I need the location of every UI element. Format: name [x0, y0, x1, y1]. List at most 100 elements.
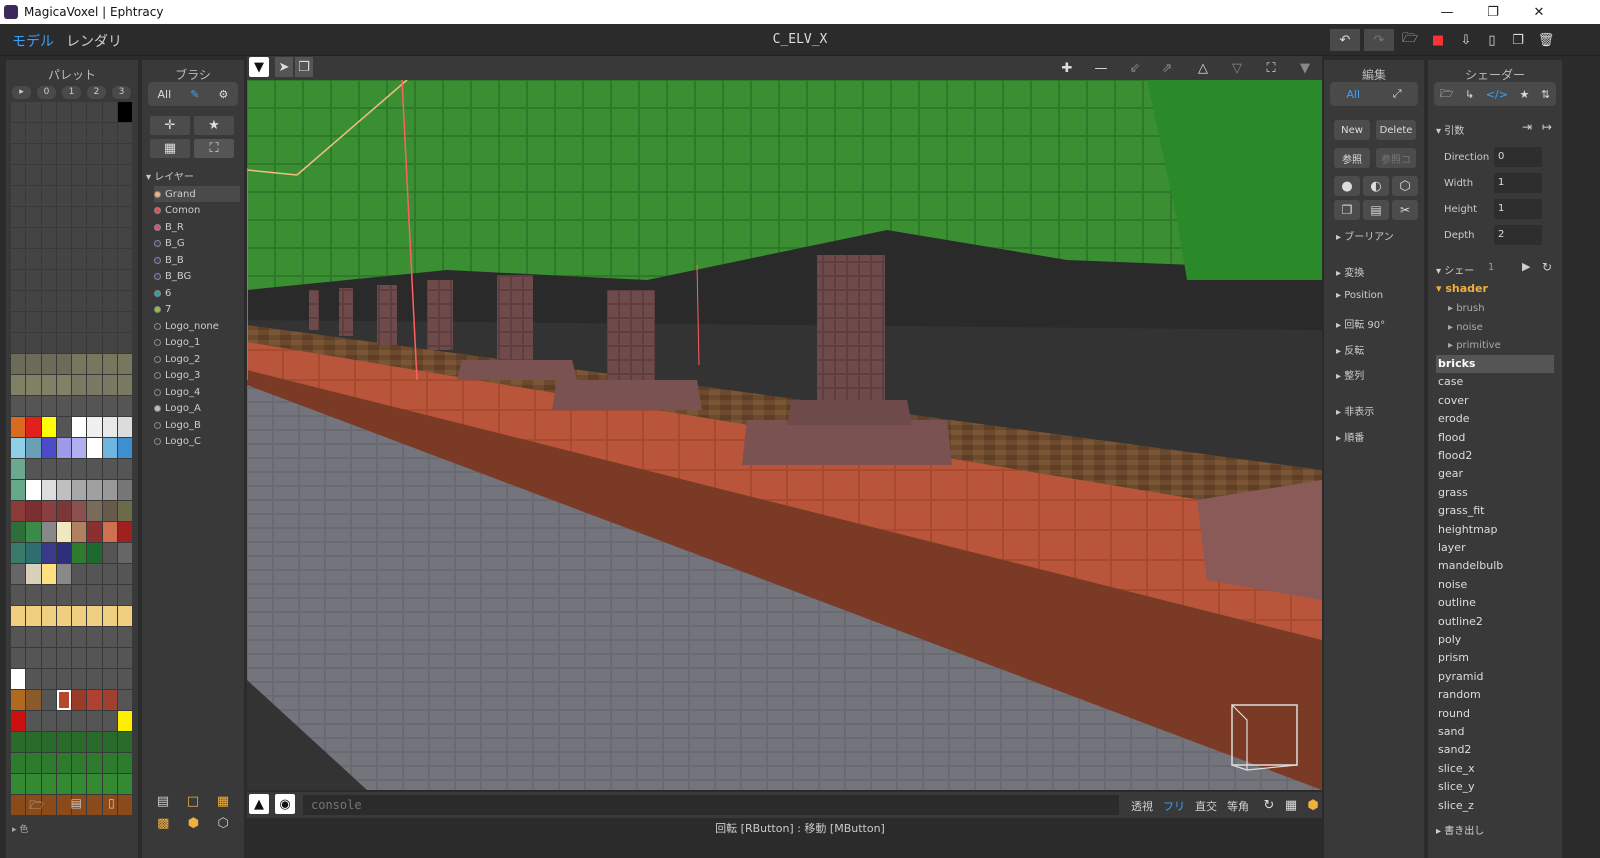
palette-swatch[interactable] [11, 249, 26, 269]
palette-swatch[interactable] [72, 312, 87, 332]
palette-swatch[interactable] [56, 417, 71, 437]
palette-swatch[interactable] [11, 207, 26, 227]
palette-swatch[interactable] [11, 165, 26, 185]
palette-swatch[interactable] [87, 627, 102, 647]
palette-swatch[interactable] [72, 585, 87, 605]
palette-swatch[interactable] [41, 333, 56, 353]
palette-swatch[interactable] [56, 123, 71, 143]
palette-swatch[interactable] [56, 564, 71, 584]
palette-swatch[interactable] [117, 417, 132, 437]
shader-item[interactable]: cover [1436, 392, 1554, 410]
palette-swatch[interactable] [72, 417, 87, 437]
frame-icon[interactable]: ▦ [1279, 794, 1303, 816]
palette-swatch[interactable] [41, 186, 56, 206]
palette-swatch[interactable] [26, 585, 41, 605]
palette-swatch[interactable] [117, 606, 132, 626]
layer-item[interactable]: Logo_B [154, 417, 240, 433]
palette-swatch[interactable] [41, 459, 56, 479]
code-icon[interactable]: </> [1486, 88, 1508, 101]
palette-swatch[interactable] [117, 291, 132, 311]
shader-item[interactable]: slice_y [1436, 778, 1554, 796]
palette-swatch[interactable] [26, 396, 41, 416]
palette-swatch[interactable] [56, 690, 71, 710]
palette-swatch[interactable] [41, 711, 56, 731]
refresh-icon[interactable]: ↻ [1542, 260, 1552, 274]
palette-swatch[interactable] [72, 249, 87, 269]
palette-swatch[interactable] [87, 102, 102, 122]
palette-swatch[interactable] [11, 690, 26, 710]
palette-swatch[interactable] [26, 732, 41, 752]
palette-swatch[interactable] [26, 711, 41, 731]
delete-file-icon[interactable]: 🗑 [1534, 29, 1558, 51]
folder-icon[interactable]: 🗁 [1440, 85, 1454, 104]
new-palette-icon[interactable]: ▯ [108, 796, 115, 814]
palette-swatch[interactable] [56, 480, 71, 500]
shader-item[interactable]: outline2 [1436, 613, 1554, 631]
shader-tree-root[interactable]: ▾ shader [1436, 282, 1488, 295]
palette-swatch[interactable] [41, 144, 56, 164]
palette-swatch[interactable] [41, 669, 56, 689]
palette-swatch[interactable] [26, 123, 41, 143]
palette-swatch[interactable] [26, 186, 41, 206]
palette-swatch[interactable] [87, 501, 102, 521]
palette-swatch[interactable] [117, 774, 132, 794]
palette-swatch[interactable] [87, 774, 102, 794]
palette-swatch[interactable] [72, 459, 87, 479]
palette-swatch[interactable] [41, 438, 56, 458]
shader-item[interactable]: slice_z [1436, 797, 1554, 815]
palette-swatch[interactable] [87, 333, 102, 353]
new-file-icon[interactable]: ▯ [1480, 29, 1504, 51]
palette-swatch[interactable] [102, 480, 117, 500]
palette-swatch[interactable] [102, 102, 117, 122]
palette-swatch[interactable] [72, 564, 87, 584]
palette-swatch[interactable] [41, 249, 56, 269]
palette-swatch[interactable] [26, 690, 41, 710]
palette-tab[interactable]: 1 [62, 86, 81, 99]
open-folder-icon[interactable]: 🗁 [1398, 29, 1422, 51]
square-icon[interactable]: □ [187, 794, 199, 809]
palette-swatch[interactable] [102, 375, 117, 395]
palette-swatch[interactable] [26, 522, 41, 542]
palette-swatch[interactable] [72, 375, 87, 395]
palette-swatch[interactable] [87, 312, 102, 332]
palette-tab[interactable]: ▸ [12, 86, 31, 99]
palette-swatch[interactable] [26, 501, 41, 521]
palette-swatch[interactable] [11, 585, 26, 605]
palette-swatch[interactable] [11, 333, 26, 353]
palette-swatch[interactable] [117, 249, 132, 269]
move-icon[interactable]: ✛ [150, 116, 190, 135]
palette-swatch[interactable] [56, 753, 71, 773]
palette-swatch[interactable] [26, 249, 41, 269]
palette-swatch[interactable] [102, 144, 117, 164]
palette-swatch[interactable] [11, 753, 26, 773]
shader-item[interactable]: grass_fit [1436, 502, 1554, 520]
export-icon[interactable]: ⇩ [1454, 29, 1478, 51]
palette-swatch[interactable] [102, 291, 117, 311]
palette-swatch[interactable] [87, 123, 102, 143]
palette-swatch[interactable] [102, 564, 117, 584]
palette-swatch[interactable] [11, 564, 26, 584]
palette-swatch[interactable] [56, 375, 71, 395]
shader-item[interactable]: sand [1436, 723, 1554, 741]
palette-swatch[interactable] [26, 438, 41, 458]
cursor-icon[interactable]: ➤ [275, 57, 293, 77]
palette-swatch[interactable] [26, 753, 41, 773]
palette-swatch[interactable] [56, 102, 71, 122]
palette-swatch[interactable] [56, 543, 71, 563]
palette-swatch[interactable] [11, 102, 26, 122]
palette-swatch[interactable] [72, 669, 87, 689]
section-transform[interactable]: ▸ 変換 [1336, 264, 1364, 279]
shader-item[interactable]: flood2 [1436, 447, 1554, 465]
palette-swatch[interactable] [102, 522, 117, 542]
palette-swatch[interactable] [87, 249, 102, 269]
expand-icon[interactable]: ⤢ [1393, 87, 1402, 101]
palette-swatch[interactable] [41, 501, 56, 521]
palette-swatch[interactable] [11, 291, 26, 311]
palette-swatch[interactable] [87, 165, 102, 185]
palette-swatch[interactable] [117, 711, 132, 731]
palette-swatch[interactable] [87, 228, 102, 248]
section-rotate[interactable]: ▸ 回転 90° [1336, 316, 1385, 331]
reference-button[interactable]: 参照 [1334, 148, 1370, 168]
layer-item[interactable]: Logo_4 [154, 384, 240, 400]
palette-swatch[interactable] [117, 732, 132, 752]
